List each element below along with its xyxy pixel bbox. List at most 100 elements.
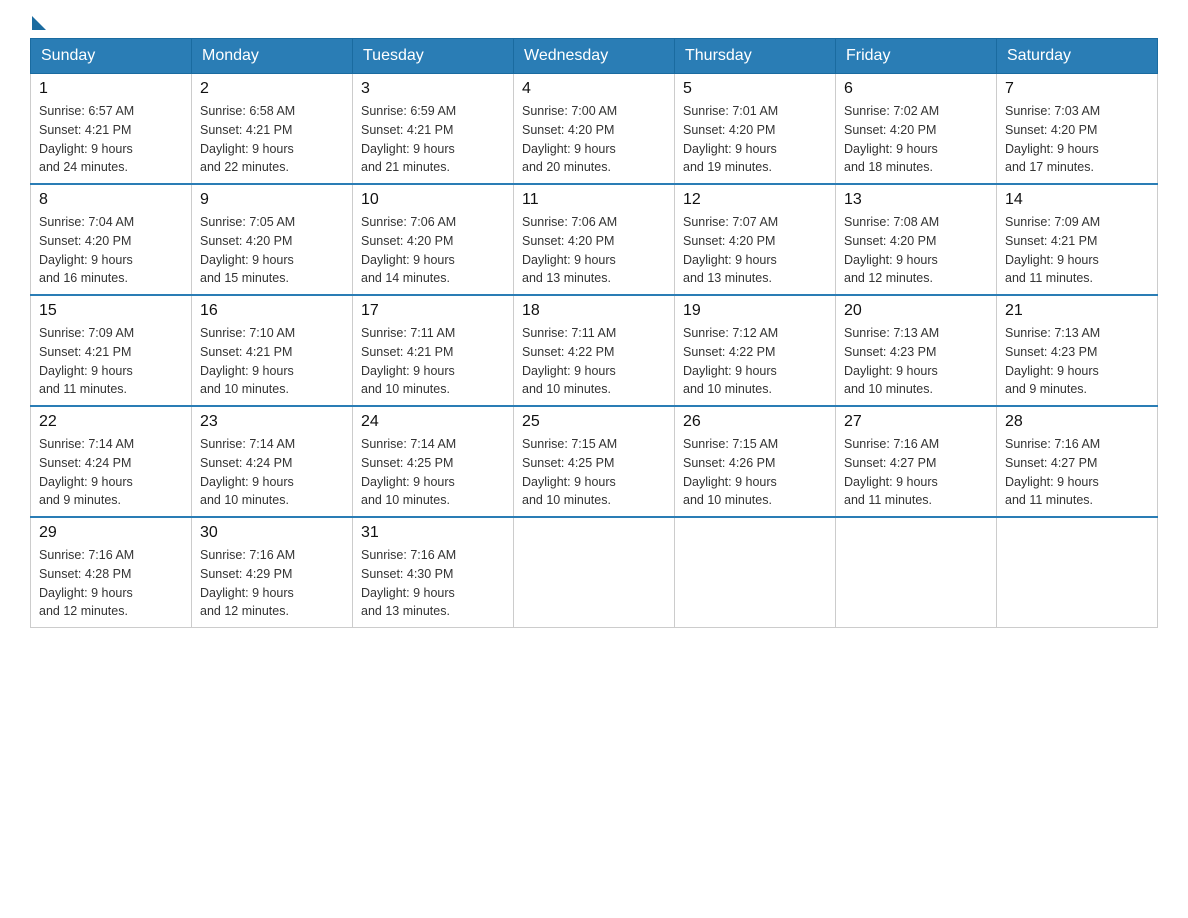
calendar-cell: 6 Sunrise: 7:02 AMSunset: 4:20 PMDaylight… xyxy=(836,74,997,185)
calendar-cell: 17 Sunrise: 7:11 AMSunset: 4:21 PMDayligh… xyxy=(353,295,514,406)
day-number: 29 xyxy=(39,524,183,542)
day-info: Sunrise: 7:12 AMSunset: 4:22 PMDaylight:… xyxy=(683,324,827,399)
day-info: Sunrise: 7:11 AMSunset: 4:21 PMDaylight:… xyxy=(361,324,505,399)
day-number: 12 xyxy=(683,191,827,209)
day-number: 31 xyxy=(361,524,505,542)
calendar-header-saturday: Saturday xyxy=(997,39,1158,74)
calendar-cell: 20Sunrise: 7:13 AMSunset: 4:23 PMDayligh… xyxy=(836,295,997,406)
day-number: 28 xyxy=(1005,413,1149,431)
day-number: 18 xyxy=(522,302,666,320)
calendar-cell: 27 Sunrise: 7:16 AMSunset: 4:27 PMDayligh… xyxy=(836,406,997,517)
day-info: Sunrise: 7:14 AMSunset: 4:24 PMDaylight:… xyxy=(200,435,344,510)
day-info: Sunrise: 7:16 AMSunset: 4:28 PMDaylight:… xyxy=(39,546,183,621)
calendar-cell: 9Sunrise: 7:05 AMSunset: 4:20 PMDaylight… xyxy=(192,184,353,295)
day-number: 5 xyxy=(683,80,827,98)
day-info: Sunrise: 7:16 AMSunset: 4:29 PMDaylight:… xyxy=(200,546,344,621)
day-number: 24 xyxy=(361,413,505,431)
day-number: 21 xyxy=(1005,302,1149,320)
calendar-header-monday: Monday xyxy=(192,39,353,74)
day-info: Sunrise: 7:09 AMSunset: 4:21 PMDaylight:… xyxy=(39,324,183,399)
calendar-cell xyxy=(675,517,836,628)
day-info: Sunrise: 7:13 AMSunset: 4:23 PMDaylight:… xyxy=(1005,324,1149,399)
day-number: 25 xyxy=(522,413,666,431)
day-info: Sunrise: 7:01 AMSunset: 4:20 PMDaylight:… xyxy=(683,102,827,177)
calendar-cell: 30 Sunrise: 7:16 AMSunset: 4:29 PMDayligh… xyxy=(192,517,353,628)
calendar-cell: 24 Sunrise: 7:14 AMSunset: 4:25 PMDayligh… xyxy=(353,406,514,517)
calendar-header-tuesday: Tuesday xyxy=(353,39,514,74)
calendar-header-row: SundayMondayTuesdayWednesdayThursdayFrid… xyxy=(31,39,1158,74)
calendar-cell: 13 Sunrise: 7:08 AMSunset: 4:20 PMDayligh… xyxy=(836,184,997,295)
day-info: Sunrise: 6:57 AMSunset: 4:21 PMDaylight:… xyxy=(39,102,183,177)
calendar-header-wednesday: Wednesday xyxy=(514,39,675,74)
day-info: Sunrise: 7:00 AMSunset: 4:20 PMDaylight:… xyxy=(522,102,666,177)
calendar-cell: 16 Sunrise: 7:10 AMSunset: 4:21 PMDayligh… xyxy=(192,295,353,406)
day-number: 16 xyxy=(200,302,344,320)
day-number: 3 xyxy=(361,80,505,98)
calendar-header-thursday: Thursday xyxy=(675,39,836,74)
day-info: Sunrise: 7:02 AMSunset: 4:20 PMDaylight:… xyxy=(844,102,988,177)
calendar-cell: 14Sunrise: 7:09 AMSunset: 4:21 PMDayligh… xyxy=(997,184,1158,295)
calendar-cell: 19 Sunrise: 7:12 AMSunset: 4:22 PMDayligh… xyxy=(675,295,836,406)
logo-arrow-icon xyxy=(32,16,46,30)
day-number: 22 xyxy=(39,413,183,431)
calendar-cell: 28Sunrise: 7:16 AMSunset: 4:27 PMDayligh… xyxy=(997,406,1158,517)
calendar-week-row: 1 Sunrise: 6:57 AMSunset: 4:21 PMDaylight… xyxy=(31,74,1158,185)
calendar-week-row: 29 Sunrise: 7:16 AMSunset: 4:28 PMDayligh… xyxy=(31,517,1158,628)
calendar-cell: 31 Sunrise: 7:16 AMSunset: 4:30 PMDayligh… xyxy=(353,517,514,628)
calendar-cell: 25 Sunrise: 7:15 AMSunset: 4:25 PMDayligh… xyxy=(514,406,675,517)
calendar-cell: 18 Sunrise: 7:11 AMSunset: 4:22 PMDayligh… xyxy=(514,295,675,406)
calendar-cell: 23 Sunrise: 7:14 AMSunset: 4:24 PMDayligh… xyxy=(192,406,353,517)
calendar-cell: 11 Sunrise: 7:06 AMSunset: 4:20 PMDayligh… xyxy=(514,184,675,295)
day-info: Sunrise: 7:13 AMSunset: 4:23 PMDaylight:… xyxy=(844,324,988,399)
day-number: 13 xyxy=(844,191,988,209)
day-number: 30 xyxy=(200,524,344,542)
calendar-cell xyxy=(836,517,997,628)
day-number: 1 xyxy=(39,80,183,98)
day-info: Sunrise: 7:05 AMSunset: 4:20 PMDaylight:… xyxy=(200,213,344,288)
day-info: Sunrise: 7:06 AMSunset: 4:20 PMDaylight:… xyxy=(522,213,666,288)
calendar-cell xyxy=(997,517,1158,628)
day-info: Sunrise: 7:14 AMSunset: 4:25 PMDaylight:… xyxy=(361,435,505,510)
calendar-cell: 10Sunrise: 7:06 AMSunset: 4:20 PMDayligh… xyxy=(353,184,514,295)
day-number: 6 xyxy=(844,80,988,98)
day-info: Sunrise: 7:15 AMSunset: 4:25 PMDaylight:… xyxy=(522,435,666,510)
calendar-cell: 5 Sunrise: 7:01 AMSunset: 4:20 PMDaylight… xyxy=(675,74,836,185)
day-number: 11 xyxy=(522,191,666,209)
calendar-cell: 4 Sunrise: 7:00 AMSunset: 4:20 PMDaylight… xyxy=(514,74,675,185)
day-info: Sunrise: 7:16 AMSunset: 4:27 PMDaylight:… xyxy=(844,435,988,510)
day-info: Sunrise: 6:59 AMSunset: 4:21 PMDaylight:… xyxy=(361,102,505,177)
day-number: 19 xyxy=(683,302,827,320)
calendar-cell: 22 Sunrise: 7:14 AMSunset: 4:24 PMDayligh… xyxy=(31,406,192,517)
day-info: Sunrise: 7:07 AMSunset: 4:20 PMDaylight:… xyxy=(683,213,827,288)
calendar-cell: 26 Sunrise: 7:15 AMSunset: 4:26 PMDayligh… xyxy=(675,406,836,517)
day-info: Sunrise: 7:16 AMSunset: 4:30 PMDaylight:… xyxy=(361,546,505,621)
day-info: Sunrise: 7:03 AMSunset: 4:20 PMDaylight:… xyxy=(1005,102,1149,177)
calendar-cell: 29 Sunrise: 7:16 AMSunset: 4:28 PMDayligh… xyxy=(31,517,192,628)
day-number: 2 xyxy=(200,80,344,98)
day-number: 4 xyxy=(522,80,666,98)
day-info: Sunrise: 7:08 AMSunset: 4:20 PMDaylight:… xyxy=(844,213,988,288)
calendar-cell: 1 Sunrise: 6:57 AMSunset: 4:21 PMDaylight… xyxy=(31,74,192,185)
calendar-cell: 8Sunrise: 7:04 AMSunset: 4:20 PMDaylight… xyxy=(31,184,192,295)
calendar-week-row: 8Sunrise: 7:04 AMSunset: 4:20 PMDaylight… xyxy=(31,184,1158,295)
day-number: 23 xyxy=(200,413,344,431)
day-number: 15 xyxy=(39,302,183,320)
day-number: 26 xyxy=(683,413,827,431)
day-info: Sunrise: 6:58 AMSunset: 4:21 PMDaylight:… xyxy=(200,102,344,177)
calendar-header-friday: Friday xyxy=(836,39,997,74)
day-info: Sunrise: 7:14 AMSunset: 4:24 PMDaylight:… xyxy=(39,435,183,510)
calendar-cell: 2 Sunrise: 6:58 AMSunset: 4:21 PMDaylight… xyxy=(192,74,353,185)
calendar-cell: 21 Sunrise: 7:13 AMSunset: 4:23 PMDayligh… xyxy=(997,295,1158,406)
day-info: Sunrise: 7:15 AMSunset: 4:26 PMDaylight:… xyxy=(683,435,827,510)
day-number: 7 xyxy=(1005,80,1149,98)
calendar-cell: 12 Sunrise: 7:07 AMSunset: 4:20 PMDayligh… xyxy=(675,184,836,295)
day-number: 27 xyxy=(844,413,988,431)
day-info: Sunrise: 7:11 AMSunset: 4:22 PMDaylight:… xyxy=(522,324,666,399)
calendar-week-row: 15 Sunrise: 7:09 AMSunset: 4:21 PMDayligh… xyxy=(31,295,1158,406)
calendar-cell: 15 Sunrise: 7:09 AMSunset: 4:21 PMDayligh… xyxy=(31,295,192,406)
calendar-cell: 7 Sunrise: 7:03 AMSunset: 4:20 PMDaylight… xyxy=(997,74,1158,185)
calendar-week-row: 22 Sunrise: 7:14 AMSunset: 4:24 PMDayligh… xyxy=(31,406,1158,517)
calendar-header-sunday: Sunday xyxy=(31,39,192,74)
day-info: Sunrise: 7:10 AMSunset: 4:21 PMDaylight:… xyxy=(200,324,344,399)
day-number: 17 xyxy=(361,302,505,320)
